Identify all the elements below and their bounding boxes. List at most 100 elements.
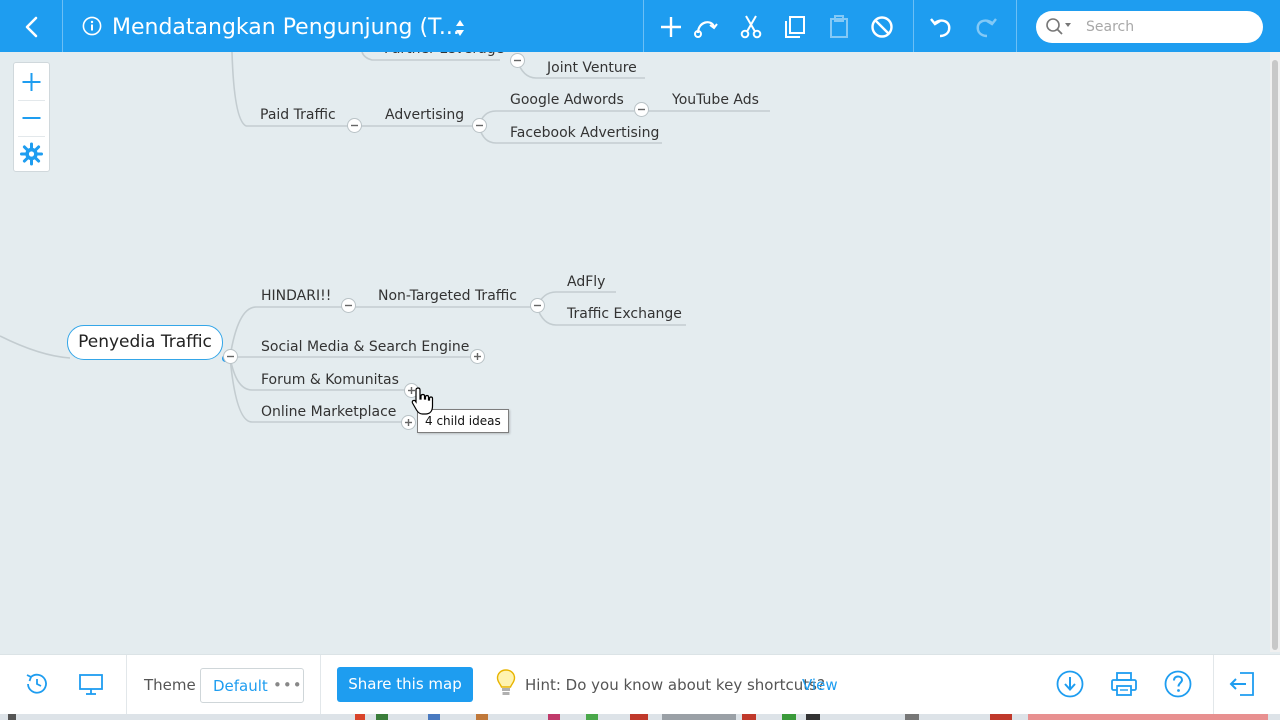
taskbar-icon[interactable] xyxy=(806,714,820,720)
redo-button[interactable] xyxy=(972,13,1000,41)
undo-button[interactable] xyxy=(927,13,955,41)
minus-icon xyxy=(638,108,645,111)
search-icon[interactable] xyxy=(1045,17,1075,37)
cut-button[interactable] xyxy=(737,13,765,41)
collapse-toggle[interactable] xyxy=(530,298,545,313)
paste-button[interactable] xyxy=(825,13,853,41)
taskbar-icon[interactable] xyxy=(782,714,796,720)
copy-icon xyxy=(785,16,805,38)
plus-icon xyxy=(474,353,481,360)
minus-icon xyxy=(476,124,483,127)
taskbar-icon[interactable] xyxy=(630,714,648,720)
redo-icon xyxy=(976,18,997,38)
printer-icon xyxy=(1111,672,1137,696)
node-adfly[interactable]: AdFly xyxy=(567,273,605,291)
node-social-media-search-engine[interactable]: Social Media & Search Engine xyxy=(261,338,469,356)
hint-view-link[interactable]: View xyxy=(802,676,838,694)
node-traffic-exchange[interactable]: Traffic Exchange xyxy=(567,305,682,323)
minus-icon xyxy=(514,59,521,62)
hint-text: Hint: Do you know about key shortcuts? xyxy=(525,676,825,694)
print-button[interactable] xyxy=(1109,669,1139,699)
no-entry-icon xyxy=(871,16,893,38)
taskbar-icon[interactable] xyxy=(476,714,488,720)
presentation-button[interactable] xyxy=(76,669,106,699)
expand-toggle[interactable] xyxy=(470,349,485,364)
collapse-toggle[interactable] xyxy=(510,53,525,68)
history-button[interactable] xyxy=(22,669,52,699)
lightbulb-icon xyxy=(496,669,516,695)
chevron-left-icon xyxy=(25,16,38,38)
search-input[interactable] xyxy=(1086,15,1251,39)
paste-icon xyxy=(830,15,848,38)
collapse-toggle[interactable] xyxy=(223,349,238,364)
taskbar-icon[interactable] xyxy=(742,714,756,720)
central-node[interactable]: Penyedia Traffic xyxy=(67,325,223,360)
taskbar-icon[interactable] xyxy=(8,714,16,720)
theme-label: Theme xyxy=(144,676,196,694)
taskbar-icon[interactable] xyxy=(355,714,365,720)
minus-icon xyxy=(345,304,352,307)
info-icon[interactable] xyxy=(82,16,102,36)
connect-button[interactable] xyxy=(692,13,720,41)
taskbar-icon[interactable] xyxy=(905,714,919,720)
taskbar-icon[interactable] xyxy=(376,714,388,720)
footer-divider xyxy=(126,655,127,714)
footer-divider xyxy=(1213,655,1214,714)
map-title[interactable]: Mendatangkan Pengunjung (T... xyxy=(112,14,460,42)
top-toolbar: Mendatangkan Pengunjung (T... xyxy=(0,0,1280,52)
node-forum-komunitas[interactable]: Forum & Komunitas xyxy=(261,371,399,389)
theme-value: Default xyxy=(213,677,268,695)
taskbar-icon[interactable] xyxy=(428,714,440,720)
scissors-icon xyxy=(740,15,762,39)
exit-button[interactable] xyxy=(1228,669,1258,699)
connect-icon xyxy=(694,21,718,38)
plus-icon xyxy=(661,17,681,37)
delete-button[interactable] xyxy=(868,13,896,41)
theme-select[interactable]: Default ••• xyxy=(200,668,304,703)
footer-divider xyxy=(320,655,321,714)
more-icon: ••• xyxy=(273,676,303,694)
node-joint-venture[interactable]: Joint Venture xyxy=(547,59,637,77)
node-advertising[interactable]: Advertising xyxy=(385,106,464,124)
toolbar-divider xyxy=(643,0,644,52)
copy-button[interactable] xyxy=(781,13,809,41)
scrollbar-thumb[interactable] xyxy=(1272,60,1278,650)
collapse-toggle[interactable] xyxy=(472,118,487,133)
share-map-button[interactable]: Share this map xyxy=(337,667,473,702)
download-button[interactable] xyxy=(1055,669,1085,699)
expand-toggle[interactable] xyxy=(401,415,416,430)
node-online-marketplace[interactable]: Online Marketplace xyxy=(261,403,396,421)
node-youtube-ads[interactable]: YouTube Ads xyxy=(672,91,759,109)
node-paid-traffic[interactable]: Paid Traffic xyxy=(260,106,336,124)
undo-icon xyxy=(930,18,951,38)
taskbar-notification[interactable] xyxy=(1028,714,1268,720)
help-button[interactable] xyxy=(1163,669,1193,699)
back-button[interactable] xyxy=(14,13,50,41)
collapse-toggle[interactable] xyxy=(634,102,649,117)
add-idea-button[interactable] xyxy=(657,13,685,41)
exit-icon xyxy=(1229,672,1254,696)
node-google-adwords[interactable]: Google Adwords xyxy=(510,91,624,109)
taskbar-icon[interactable] xyxy=(990,714,1012,720)
plus-icon xyxy=(405,419,412,426)
toolbar-divider xyxy=(1016,0,1017,52)
minus-icon xyxy=(534,304,541,307)
node-facebook-advertising[interactable]: Facebook Advertising xyxy=(510,124,659,142)
taskbar-icon[interactable] xyxy=(548,714,560,720)
help-icon xyxy=(1164,670,1192,698)
collapse-toggle[interactable] xyxy=(347,118,362,133)
toolbar-divider xyxy=(913,0,914,52)
collapse-toggle[interactable] xyxy=(341,298,356,313)
node-hindari[interactable]: HINDARI!! xyxy=(261,287,331,305)
toolbar-divider xyxy=(62,0,63,52)
history-icon xyxy=(26,673,47,694)
minus-icon xyxy=(351,124,358,127)
switch-map-icon[interactable] xyxy=(453,18,467,38)
hand-cursor-icon xyxy=(411,387,434,415)
os-taskbar xyxy=(0,714,1280,720)
bottom-toolbar: Theme Default ••• Share this map Hint: D… xyxy=(0,654,1280,714)
node-non-targeted-traffic[interactable]: Non-Targeted Traffic xyxy=(378,287,517,305)
taskbar-active-window[interactable] xyxy=(662,714,736,720)
taskbar-icon[interactable] xyxy=(586,714,598,720)
presentation-icon xyxy=(79,674,103,695)
